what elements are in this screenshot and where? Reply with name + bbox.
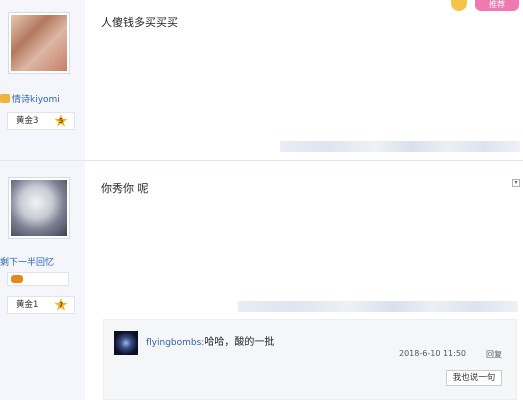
comment-text: flyingbombs:哈哈，酸的一批: [146, 333, 274, 348]
post-content: 你秀你 呢: [101, 182, 149, 195]
comment-username[interactable]: flyingbombs:: [146, 338, 204, 348]
avatar[interactable]: [8, 12, 70, 74]
medal-icon: [11, 275, 23, 283]
star-icon: 7: [54, 298, 68, 311]
post-meta-blurred: [280, 141, 520, 152]
crown-icon[interactable]: [451, 0, 467, 11]
username-text[interactable]: 情诗kiyomi: [12, 95, 60, 105]
comment-panel: flyingbombs:哈哈，酸的一批 2018-6-10 11:50 回复 我…: [103, 319, 517, 400]
level-badge[interactable]: 黄金3 5: [7, 112, 75, 130]
post-divider: [0, 160, 523, 161]
comment-time: 2018-6-10 11:50: [399, 349, 466, 358]
level-label: 黄金3: [16, 116, 39, 126]
star-icon: 5: [54, 114, 68, 127]
username[interactable]: 情诗kiyomi: [0, 92, 85, 105]
collapse-icon[interactable]: ▾: [512, 179, 520, 187]
comment-body: 哈哈，酸的一批: [204, 337, 275, 348]
username[interactable]: 剩下一半回忆: [0, 255, 85, 268]
say-something-button[interactable]: 我也说一句: [446, 370, 502, 386]
post-content: 人傻钱多买买买: [101, 16, 178, 29]
avatar-image: [11, 15, 67, 71]
reply-link[interactable]: 回复: [486, 349, 502, 360]
vip-icon: [0, 94, 10, 103]
post-meta-blurred: [238, 301, 518, 312]
avatar[interactable]: [8, 177, 70, 239]
badge-row: [7, 272, 69, 286]
level-badge[interactable]: 黄金1 7: [7, 296, 75, 314]
comment-avatar[interactable]: [114, 331, 138, 355]
avatar-image: [11, 180, 67, 236]
recommend-button[interactable]: 推荐: [475, 0, 519, 11]
level-label: 黄金1: [16, 300, 39, 310]
